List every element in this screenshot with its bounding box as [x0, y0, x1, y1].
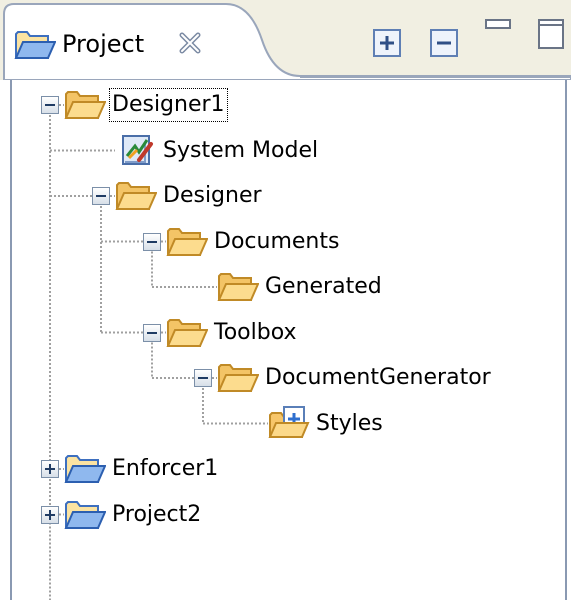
project-folder-icon [64, 496, 107, 532]
tree-item-label: Designer1 [109, 88, 228, 122]
folder-icon [166, 314, 209, 350]
folder-icon [166, 223, 209, 259]
styles-icon [268, 405, 310, 441]
tree-item-label: Generated [265, 274, 382, 299]
expand-toggle-icon[interactable] [41, 505, 59, 524]
tab-label: Project [62, 30, 145, 58]
tree-item-label: Styles [316, 410, 383, 436]
collapse-all-icon[interactable] [429, 28, 459, 58]
tree-item-label: Documents [214, 228, 340, 254]
folder-icon [64, 86, 107, 122]
collapse-toggle-icon[interactable] [143, 323, 161, 342]
tree-item-label: Project2 [112, 501, 202, 527]
tree-item-label: DocumentGenerator [265, 365, 491, 390]
system-model-icon [115, 132, 157, 168]
maximize-icon[interactable] [536, 16, 566, 56]
expand-toggle-icon[interactable] [41, 460, 59, 478]
folder-icon [217, 268, 260, 304]
collapse-toggle-icon[interactable] [41, 96, 59, 114]
tree-item-label: System Model [163, 137, 319, 163]
close-tab-icon[interactable] [178, 31, 202, 55]
view-title-strip: Project [0, 0, 571, 80]
project-folder-icon [14, 31, 56, 59]
project-tree: Designer1 System Model Designer Documents Ge… [10, 80, 567, 600]
project-folder-icon [64, 450, 107, 486]
collapse-toggle-icon[interactable] [143, 232, 161, 251]
project-explorer-view: Project Designer1 System Model Designer Doc… [0, 0, 571, 600]
tree-item-label: Enforcer1 [112, 456, 219, 481]
collapse-toggle-icon[interactable] [92, 187, 110, 205]
folder-icon [217, 359, 260, 395]
folder-icon [115, 177, 158, 213]
expand-all-icon[interactable] [372, 28, 402, 58]
collapse-toggle-icon[interactable] [194, 369, 212, 387]
minimize-icon[interactable] [484, 16, 514, 36]
tree-item-label: Designer [163, 183, 262, 208]
tree-item-label: Toolbox [214, 319, 297, 345]
